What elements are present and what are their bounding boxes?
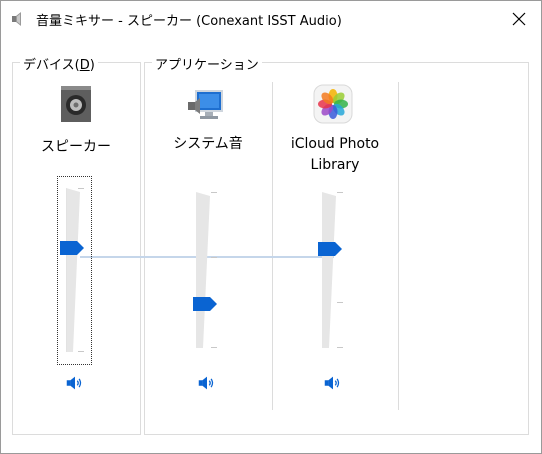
slider-track <box>66 188 80 352</box>
slider-thumb[interactable] <box>60 241 84 255</box>
channel-label-system-sounds: システム音 <box>173 136 243 152</box>
speaker-device-icon <box>57 84 97 124</box>
mute-button-system-sounds[interactable] <box>195 371 219 395</box>
photos-app-icon <box>313 84 353 124</box>
close-button[interactable] <box>496 0 542 38</box>
slider-thumb[interactable] <box>318 242 342 256</box>
slider-tick <box>337 192 343 193</box>
volume-slider-icloud-photo-library[interactable] <box>318 192 348 348</box>
slider-tick <box>211 192 217 193</box>
window-title: 音量ミキサー - スピーカー (Conexant ISST Audio) <box>36 14 342 29</box>
slider-tick <box>78 351 84 352</box>
mute-button-icloud-photo-library[interactable] <box>321 371 345 395</box>
channel-label-icloud-photo-library: iCloud Photo Library <box>278 134 392 176</box>
channel-label-line: Library <box>310 157 360 173</box>
slider-thumb[interactable] <box>193 297 217 311</box>
mute-button-speaker[interactable] <box>63 371 87 395</box>
speaker-icon <box>10 10 28 28</box>
slider-tick <box>211 257 217 258</box>
volume-slider-speaker[interactable] <box>58 188 88 352</box>
channel-label-speaker: スピーカー <box>41 139 111 155</box>
close-icon <box>512 12 526 26</box>
speaker-volume-icon <box>198 376 214 390</box>
applications-group-label: アプリケーション <box>152 54 262 73</box>
speaker-volume-icon <box>324 376 340 390</box>
slider-tick <box>337 302 343 303</box>
channel-separator <box>272 82 273 410</box>
slider-tick <box>337 347 343 348</box>
title-bar: 音量ミキサー - スピーカー (Conexant ISST Audio) <box>0 0 542 38</box>
channel-separator <box>398 82 399 410</box>
channel-label-line: iCloud Photo <box>290 136 380 152</box>
volume-slider-system-sounds[interactable] <box>193 192 223 348</box>
slider-tick <box>211 347 217 348</box>
slider-track <box>196 192 210 348</box>
slider-track <box>322 192 336 348</box>
slider-tick <box>78 188 84 189</box>
system-sounds-icon <box>187 84 227 124</box>
device-group-label: デバイス(D) <box>20 54 98 73</box>
speaker-volume-icon <box>66 376 82 390</box>
